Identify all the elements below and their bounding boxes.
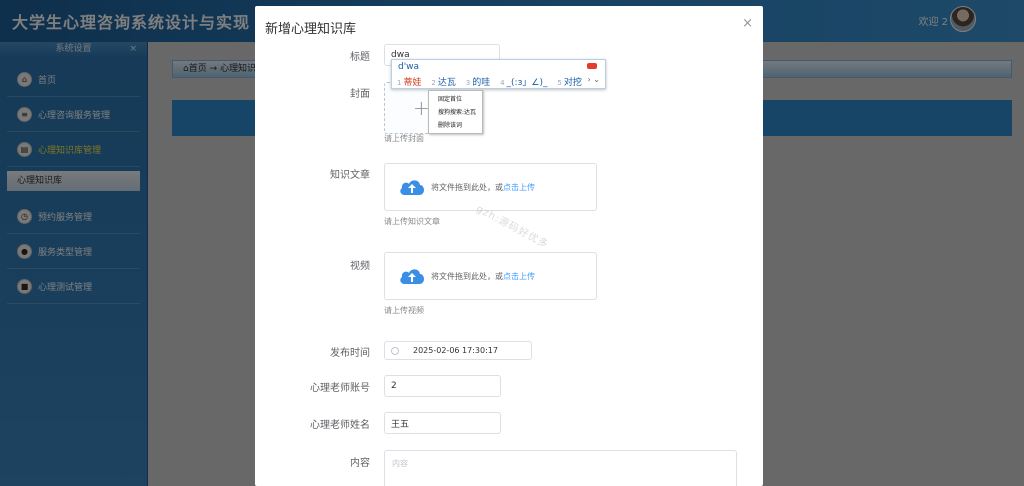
article-upload-hint: 将文件拖到此处，或 [431, 182, 503, 192]
add-knowledge-dialog: 新增心理知识库 × 标题 dwa 封面 + 请上传封面 知识文章 将文件拖到此处… [255, 6, 763, 486]
ime-candidate-num: 3 [465, 79, 471, 87]
publish-time-label: 发布时间 [330, 348, 370, 359]
content-label: 内容 [350, 458, 370, 469]
cloud-upload-icon [400, 180, 424, 195]
ime-candidate-text: 蒂娃 [403, 78, 422, 88]
dialog-title: 新增心理知识库 [265, 22, 357, 37]
ime-candidate[interactable]: 1 蒂娃 [397, 78, 428, 88]
content-textarea[interactable]: 内容 [384, 450, 737, 486]
clock-icon [391, 346, 399, 355]
ime-context-menu: 固定首位 搜狗搜索:达瓦 删除该词 [428, 90, 483, 134]
teacher-name-label: 心理老师姓名 [310, 420, 370, 431]
ime-candidate-text: 达瓦 [437, 78, 456, 88]
content-placeholder: 内容 [392, 459, 408, 468]
ime-candidate[interactable]: 5 对挖 [557, 78, 588, 88]
teacher-account-input[interactable]: 2 [384, 375, 501, 397]
ime-candidates: 1 蒂娃 2 达瓦 3 的哇 4 _(:з」∠)_ 5 对挖 [397, 75, 589, 88]
ime-menu-item[interactable]: 固定首位 [429, 93, 482, 106]
article-upload-text: 将文件拖到此处，或点击上传 [431, 182, 535, 193]
publish-time-value: 2025-02-06 17:30:17 [413, 346, 498, 355]
cloud-upload-icon [400, 269, 424, 284]
ime-candidate-num: 2 [431, 79, 436, 87]
video-tip: 请上传视频 [384, 306, 424, 315]
teacher-name-value: 王五 [391, 419, 410, 430]
article-tip: 请上传知识文章 [384, 217, 440, 226]
article-upload[interactable]: 将文件拖到此处，或点击上传 [384, 163, 597, 211]
video-upload[interactable]: 将文件拖到此处，或点击上传 [384, 252, 597, 300]
teacher-account-value: 2 [391, 381, 397, 391]
teacher-account-label: 心理老师账号 [310, 383, 370, 394]
ime-composition: d'wa [398, 62, 420, 72]
ime-candidate-num: 4 [500, 79, 505, 87]
title-label: 标题 [350, 52, 370, 63]
cover-label: 封面 [350, 89, 370, 100]
ime-logo-icon [587, 63, 597, 69]
ime-candidate-num: 5 [557, 79, 562, 87]
ime-nav-arrows[interactable]: › ⌄ [588, 75, 600, 84]
ime-candidate-text: _(:з」∠)_ [506, 78, 548, 88]
video-label: 视频 [350, 261, 370, 272]
article-label: 知识文章 [330, 170, 370, 181]
ime-candidate-text: 的哇 [472, 78, 491, 88]
ime-menu-item[interactable]: 删除该词 [429, 119, 482, 132]
close-icon[interactable]: × [742, 16, 753, 31]
ime-candidate-window: d'wa 1 蒂娃 2 达瓦 3 的哇 4 _(:з」∠)_ 5 对挖 › ⌄ [391, 59, 606, 89]
teacher-name-input[interactable]: 王五 [384, 412, 501, 434]
article-upload-link[interactable]: 点击上传 [503, 183, 535, 192]
video-upload-text: 将文件拖到此处，或点击上传 [431, 271, 535, 282]
ime-candidate[interactable]: 4 _(:з」∠)_ [500, 78, 554, 88]
video-upload-link[interactable]: 点击上传 [503, 272, 535, 281]
cover-tip: 请上传封面 [384, 134, 424, 143]
ime-candidate[interactable]: 3 的哇 [466, 78, 497, 88]
ime-menu-item[interactable]: 搜狗搜索:达瓦 [429, 106, 482, 119]
ime-candidate[interactable]: 2 达瓦 [431, 78, 462, 88]
video-upload-hint: 将文件拖到此处，或 [431, 271, 503, 281]
ime-candidate-text: 对挖 [563, 78, 582, 88]
ime-candidate-num: 1 [397, 79, 402, 87]
publish-time-picker[interactable]: 2025-02-06 17:30:17 [384, 341, 532, 360]
